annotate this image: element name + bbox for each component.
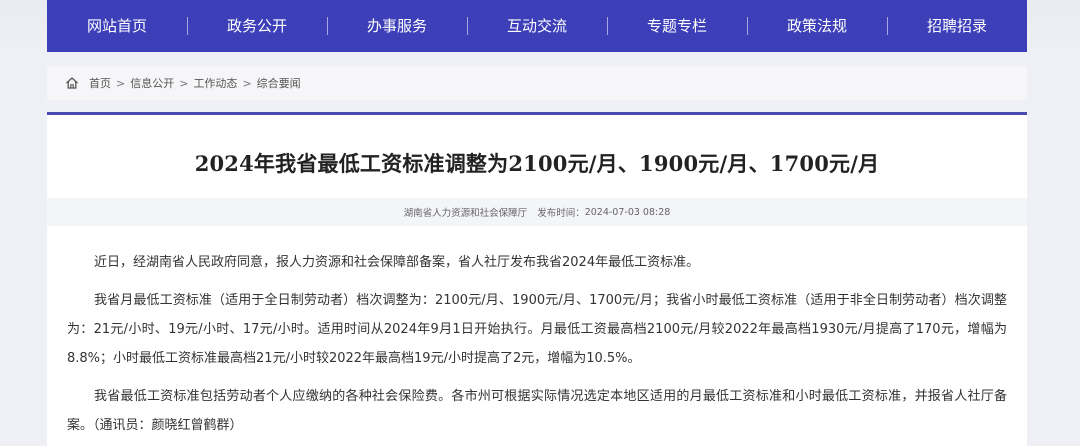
breadcrumb-general-news[interactable]: 综合要闻 bbox=[257, 75, 301, 91]
nav-item-home[interactable]: 网站首页 bbox=[47, 0, 187, 52]
article-paragraph: 我省月最低工资标准（适用于全日制劳动者）档次调整为：2100元/月、1900元/… bbox=[67, 293, 1007, 366]
breadcrumb-home[interactable]: 首页 bbox=[89, 75, 111, 91]
article-source: 湖南省人力资源和社会保障厅 bbox=[403, 208, 528, 219]
article-paragraph: 近日，经湖南省人民政府同意，报人力资源和社会保障部备案，省人社厅发布我省2024… bbox=[94, 255, 700, 270]
nav-item-gov-open[interactable]: 政务公开 bbox=[187, 0, 327, 52]
nav-item-services[interactable]: 办事服务 bbox=[327, 0, 467, 52]
article-panel: 2024年我省最低工资标准调整为2100元/月、1900元/月、1700元/月 … bbox=[47, 112, 1027, 446]
breadcrumb-separator: > bbox=[242, 76, 252, 90]
breadcrumb-separator: > bbox=[116, 76, 126, 90]
publish-time-label: 发布时间： bbox=[537, 208, 585, 219]
article-meta: 湖南省人力资源和社会保障厅 发布时间： 2024-07-03 08:28 bbox=[47, 198, 1027, 226]
article-body: 近日，经湖南省人民政府同意，报人力资源和社会保障部备案，省人社厅发布我省2024… bbox=[47, 248, 1027, 440]
article-paragraph: 我省最低工资标准包括劳动者个人应缴纳的各种社会保险费。各市州可根据实际情况选定本… bbox=[67, 389, 1007, 433]
home-icon[interactable] bbox=[65, 76, 79, 90]
article-title: 2024年我省最低工资标准调整为2100元/月、1900元/月、1700元/月 bbox=[194, 151, 880, 176]
breadcrumb-separator: > bbox=[179, 76, 189, 90]
main-nav: 网站首页 政务公开 办事服务 互动交流 专题专栏 政策法规 招聘招录 bbox=[47, 0, 1027, 52]
nav-item-policies[interactable]: 政策法规 bbox=[747, 0, 887, 52]
breadcrumb-info-open[interactable]: 信息公开 bbox=[130, 75, 174, 91]
nav-item-recruitment[interactable]: 招聘招录 bbox=[887, 0, 1027, 52]
breadcrumb-work-news[interactable]: 工作动态 bbox=[193, 75, 237, 91]
nav-item-topics[interactable]: 专题专栏 bbox=[607, 0, 747, 52]
nav-item-interaction[interactable]: 互动交流 bbox=[467, 0, 607, 52]
publish-time: 2024-07-03 08:28 bbox=[584, 206, 671, 218]
breadcrumb: 首页 > 信息公开 > 工作动态 > 综合要闻 bbox=[47, 66, 1027, 100]
